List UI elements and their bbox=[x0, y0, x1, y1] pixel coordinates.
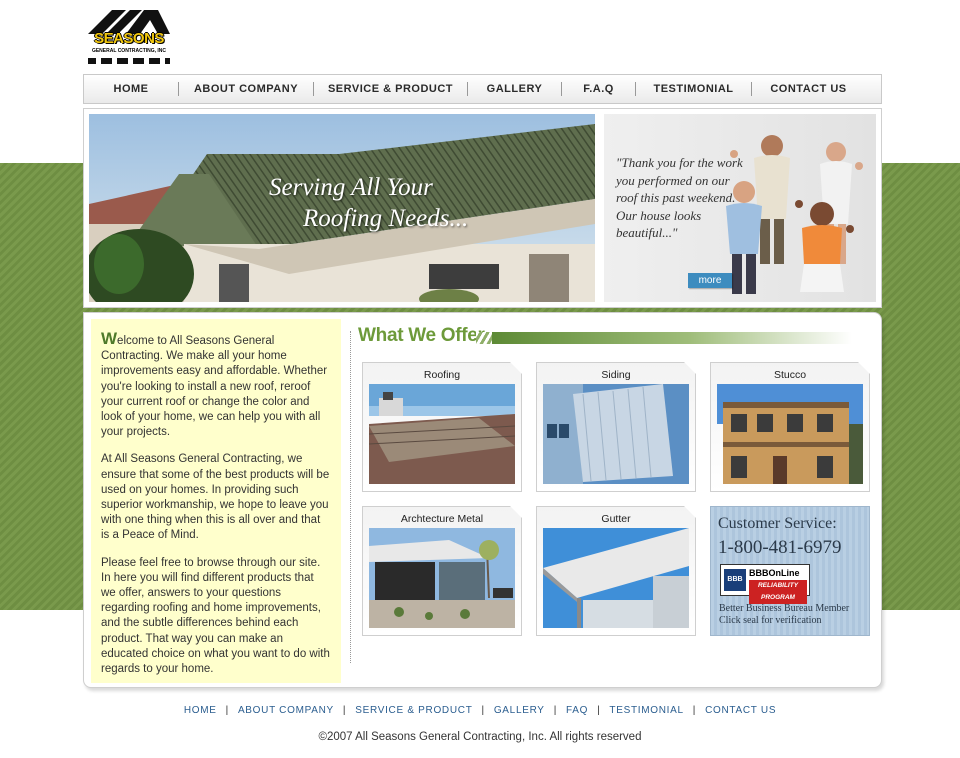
main-content: Welcome to All Seasons General Contracti… bbox=[83, 312, 882, 688]
customer-service-phone[interactable]: 1-800-481-6979 bbox=[718, 537, 841, 559]
bbb-note-line2: Click seal for verification bbox=[719, 615, 822, 626]
heading-gradient-bar bbox=[492, 332, 852, 344]
customer-service-title: Customer Service: bbox=[718, 515, 837, 532]
more-testimonials-button[interactable]: more bbox=[688, 273, 732, 288]
bbb-online-label: BBBOnLine bbox=[749, 568, 800, 578]
offer-card-architecture-metal[interactable]: Archtecture Metal bbox=[362, 506, 522, 636]
testimonial-panel: "Thank you for the work you performed on… bbox=[604, 114, 876, 302]
welcome-dropcap: W bbox=[101, 329, 118, 348]
offer-card-stucco[interactable]: Stucco bbox=[710, 362, 870, 492]
card-title: Siding bbox=[601, 369, 631, 381]
logo-tagline: GENERAL CONTRACTING, INC bbox=[91, 48, 167, 54]
footer-link-faq[interactable]: FAQ bbox=[566, 705, 588, 716]
footer-separator: | bbox=[692, 705, 697, 716]
content-divider bbox=[350, 331, 351, 663]
logo-wordmark: SEASONS bbox=[94, 30, 164, 47]
hero-caption-line1: Serving All Your bbox=[269, 174, 433, 201]
what-we-offer-heading: What We Offer bbox=[358, 325, 485, 346]
offer-card-gutter[interactable]: Gutter bbox=[536, 506, 696, 636]
copyright-notice: ©2007 All Seasons General Contracting, I… bbox=[318, 731, 642, 743]
happy-people-image bbox=[726, 135, 863, 294]
customer-service-box: Customer Service: 1-800-481-6979 BBB BBB… bbox=[710, 506, 870, 636]
welcome-paragraph-1: Welcome to All Seasons General Contracti… bbox=[101, 329, 331, 440]
bbb-program-label: RELIABILITY PROGRAM bbox=[749, 580, 807, 604]
main-navigation: HOME ABOUT COMPANY SERVICE & PRODUCT GAL… bbox=[83, 74, 882, 104]
nav-about-company[interactable]: ABOUT COMPANY bbox=[179, 83, 313, 95]
architecture-metal-image bbox=[369, 528, 515, 628]
footer-separator: | bbox=[597, 705, 601, 716]
nav-testimonial[interactable]: TESTIMONIAL bbox=[636, 83, 751, 95]
roof-hero-image: Serving All Your Roofing Needs... bbox=[89, 114, 595, 302]
footer-separator: | bbox=[481, 705, 485, 716]
gutter-image bbox=[543, 528, 689, 628]
welcome-box: Welcome to All Seasons General Contracti… bbox=[91, 319, 341, 683]
roofing-image bbox=[369, 384, 515, 484]
footer-link-about-company[interactable]: ABOUT COMPANY bbox=[238, 705, 334, 716]
nav-home[interactable]: HOME bbox=[84, 83, 178, 95]
bbb-seal[interactable]: BBB BBBOnLine RELIABILITY PROGRAM bbox=[720, 564, 810, 604]
footer-navigation: HOME | ABOUT COMPANY | SERVICE & PRODUCT | GAL… bbox=[0, 705, 960, 716]
siding-image bbox=[543, 384, 689, 484]
footer-link-testimonial[interactable]: TESTIMONIAL bbox=[609, 705, 683, 716]
footer-separator: | bbox=[225, 705, 229, 716]
hero-banner: Serving All Your Roofing Needs... "Thank… bbox=[83, 108, 882, 308]
card-title: Gutter bbox=[601, 513, 631, 525]
bbb-torch-icon: BBB bbox=[724, 569, 746, 591]
stucco-image bbox=[717, 384, 863, 484]
card-title: Stucco bbox=[773, 369, 807, 381]
bbb-note-line1: Better Business Bureau Member bbox=[719, 603, 850, 614]
footer-separator: | bbox=[342, 705, 347, 716]
nav-service-product[interactable]: SERVICE & PRODUCT bbox=[314, 83, 467, 95]
hero-caption-line2: Roofing Needs... bbox=[303, 205, 469, 232]
footer-link-gallery[interactable]: GALLERY bbox=[494, 705, 545, 716]
card-title: Roofing bbox=[423, 369, 461, 381]
nav-gallery[interactable]: GALLERY bbox=[468, 83, 561, 95]
hero-caption: Serving All Your Roofing Needs... bbox=[269, 172, 468, 234]
nav-faq[interactable]: F.A.Q bbox=[562, 83, 635, 95]
welcome-paragraph-2: At All Seasons General Contracting, we e… bbox=[101, 453, 330, 542]
welcome-paragraph-3: Please feel free to browse through our s… bbox=[101, 556, 330, 676]
footer-separator: | bbox=[553, 705, 557, 716]
footer-link-service-product[interactable]: SERVICE & PRODUCT bbox=[355, 705, 472, 716]
nav-contact-us[interactable]: CONTACT US bbox=[752, 83, 865, 95]
bbb-note: Better Business Bureau Member Click seal… bbox=[719, 603, 849, 627]
footer-link-home[interactable]: HOME bbox=[184, 705, 217, 716]
welcome-paragraph-1-text: elcome to All Seasons General Contractin… bbox=[101, 335, 328, 439]
card-title: Archtecture Metal bbox=[400, 513, 484, 525]
company-logo[interactable]: SEASONS GENERAL CONTRACTING, INC bbox=[86, 8, 172, 66]
offer-card-siding[interactable]: Siding bbox=[536, 362, 696, 492]
footer-link-contact-us[interactable]: CONTACT US bbox=[705, 705, 776, 716]
offer-card-roofing[interactable]: Roofing bbox=[362, 362, 522, 492]
